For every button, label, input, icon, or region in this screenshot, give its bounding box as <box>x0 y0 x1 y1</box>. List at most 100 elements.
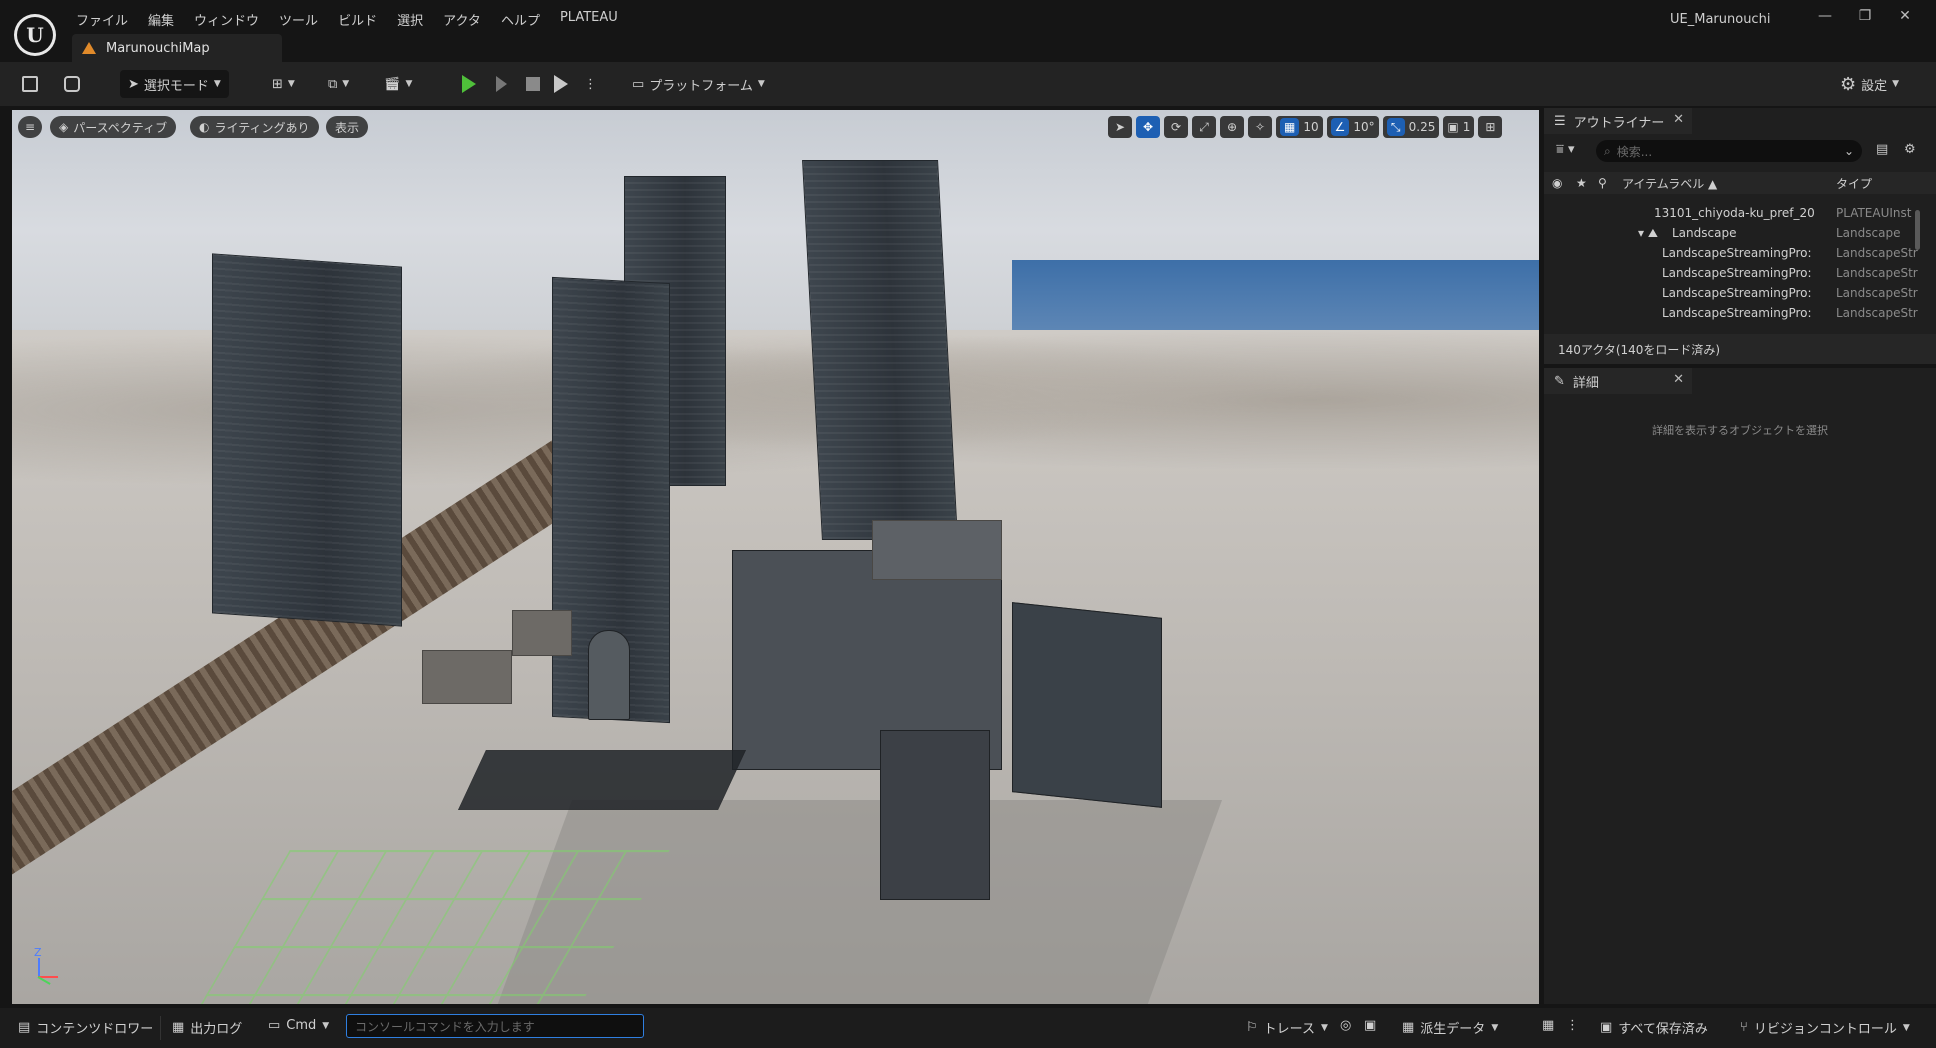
simulate-icon <box>554 75 568 93</box>
menu-select[interactable]: 選択 <box>387 8 433 31</box>
cinematics-button[interactable]: 🎬︎ ▼ <box>384 70 412 98</box>
show-label: 表示 <box>335 120 360 135</box>
add-actor-button[interactable]: ⊞ ▼ <box>272 70 295 98</box>
close-icon[interactable]: ✕ <box>1673 372 1684 387</box>
menu-build[interactable]: ビルド <box>328 8 387 31</box>
platform-dropdown[interactable]: ▭ プラットフォーム ▼ <box>632 70 765 98</box>
show-button[interactable]: 表示 <box>326 116 369 138</box>
more-vert-icon: ⋮ <box>584 76 597 92</box>
outliner-row-type: LandscapeStr <box>1836 246 1918 260</box>
camera-speed-button[interactable]: ▣ 1 <box>1443 116 1475 138</box>
building-left-tower <box>212 253 402 627</box>
star-icon[interactable]: ★ <box>1576 176 1587 190</box>
menu-window[interactable]: ウィンドウ <box>184 8 269 31</box>
menu-plateau[interactable]: PLATEAU <box>550 8 628 31</box>
outliner-icon: ☰ <box>1554 113 1566 129</box>
surface-snap-icon[interactable]: ✧ <box>1248 116 1272 138</box>
details-title: 詳細 <box>1572 375 1599 391</box>
angle-icon: ∠ <box>1330 118 1350 136</box>
blueprint-icon: ⧉ <box>328 76 338 92</box>
column-type[interactable]: タイプ <box>1836 175 1872 192</box>
camera-speed-value: 1 <box>1462 120 1471 134</box>
tab-marunouchimap[interactable]: MarunouchiMap <box>72 34 282 62</box>
axis-gizmo: Z <box>32 946 72 986</box>
browse-content-icon[interactable] <box>64 70 80 98</box>
save-icon: ▣ <box>1600 1020 1613 1035</box>
level-viewport[interactable]: ≡ ◈ パースペクティブ ◐ ライティングあり 表示 ➤ ✥ ⟳ ⤢ ⊕ ✧ ▦… <box>12 110 1539 1004</box>
close-icon[interactable]: ✕ <box>1673 112 1684 127</box>
unsaved-icon[interactable]: ▦ <box>1542 1018 1554 1033</box>
minimize-button[interactable]: — <box>1810 8 1840 24</box>
output-log-label: 出力ログ <box>190 1022 243 1037</box>
menu-actor[interactable]: アクタ <box>433 8 491 31</box>
console-input[interactable]: コンソールコマンドを入力します <box>346 1014 644 1038</box>
add-folder-icon[interactable]: ▤ <box>1876 142 1888 157</box>
settings-dropdown[interactable]: ⚙ 設定 ▼ <box>1840 70 1899 98</box>
step-button[interactable] <box>496 70 507 98</box>
outliner-row[interactable]: 13101_chiyoda-ku_pref_20 PLATEAUInst <box>1544 204 1936 224</box>
revision-control-dropdown[interactable]: ⑂ リビジョンコントロール ▼ <box>1740 1018 1910 1037</box>
outliner-column-header: ◉ ★ ⚲ アイテムラベル ▲ タイプ <box>1544 172 1936 194</box>
save-icon[interactable] <box>22 70 38 98</box>
play-options-button[interactable]: ⋮ <box>584 70 597 98</box>
pin-icon[interactable]: ⚲ <box>1598 176 1607 190</box>
outliner-scrollbar[interactable] <box>1915 210 1920 250</box>
menu-help[interactable]: ヘルプ <box>491 8 550 31</box>
world-space-icon[interactable]: ⊕ <box>1220 116 1244 138</box>
scale-snap-toggle[interactable]: ⤡ 0.25 <box>1382 116 1440 138</box>
record-icon[interactable]: ◎ <box>1340 1018 1351 1033</box>
derived-data-dropdown[interactable]: ▦ 派生データ ▼ <box>1402 1018 1498 1037</box>
details-hint: 詳細を表示するオブジェクトを選択 <box>1652 424 1828 437</box>
perspective-button[interactable]: ◈ パースペクティブ <box>50 116 177 138</box>
scale-snap-value: 0.25 <box>1408 120 1436 134</box>
simulate-button[interactable] <box>554 70 568 98</box>
viewport-layout-icon[interactable]: ⊞ <box>1478 116 1503 138</box>
rotate-tool-icon[interactable]: ⟳ <box>1164 116 1188 138</box>
screenshot-icon[interactable]: ▣ <box>1364 1018 1376 1033</box>
tab-details[interactable]: ✎ 詳細 ✕ <box>1544 368 1692 394</box>
grid-snap-value: 10 <box>1303 120 1319 134</box>
scale-tool-icon[interactable]: ⤢ <box>1192 116 1216 138</box>
rotation-snap-toggle[interactable]: ∠ 10° <box>1326 116 1379 138</box>
close-button[interactable]: ✕ <box>1890 8 1920 24</box>
outliner-row-type: PLATEAUInst <box>1836 206 1912 220</box>
search-icon: ⌕ <box>1604 143 1611 158</box>
save-all-button[interactable]: ▣ すべて保存済み <box>1600 1018 1708 1037</box>
grid-snap-toggle[interactable]: ▦ 10 <box>1276 116 1323 138</box>
play-icon <box>462 75 476 93</box>
translate-tool-icon[interactable]: ✥ <box>1136 116 1160 138</box>
tab-outliner[interactable]: ☰ アウトライナー ✕ <box>1544 108 1692 134</box>
trace-icon: ⚐ <box>1246 1020 1258 1035</box>
select-mode-dropdown[interactable]: ➤ 選択モード ▼ <box>120 70 229 98</box>
outliner-search-input[interactable]: ⌕ 検索... ⌄ <box>1596 140 1862 162</box>
filter-icon[interactable]: ⩸ ▾ <box>1556 142 1575 157</box>
outliner-row[interactable]: LandscapeStreamingPro: LandscapeStr <box>1544 264 1936 284</box>
building-low-2 <box>512 610 572 656</box>
content-drawer-button[interactable]: ▤ コンテンツドロワー <box>18 1018 153 1037</box>
stop-button[interactable] <box>526 70 540 98</box>
blueprint-button[interactable]: ⧉ ▼ <box>328 70 349 98</box>
menu-file[interactable]: ファイル <box>66 8 138 31</box>
outliner-row[interactable]: LandscapeStreamingPro: LandscapeStr <box>1544 304 1936 324</box>
trace-dropdown[interactable]: ⚐ トレース ▼ <box>1246 1018 1328 1037</box>
outliner-row[interactable]: ▾ ⛰ Landscape Landscape <box>1544 224 1936 244</box>
outliner-row-type: LandscapeStr <box>1836 306 1918 320</box>
more-vert-icon[interactable]: ⋮ <box>1566 1018 1579 1033</box>
viewport-menu-button[interactable]: ≡ <box>18 116 42 138</box>
play-button[interactable] <box>462 70 476 98</box>
expand-arrow-icon[interactable]: ▾ ⛰ <box>1638 226 1658 241</box>
restore-button[interactable]: ❐ <box>1850 8 1880 24</box>
menu-edit[interactable]: 編集 <box>138 8 184 31</box>
eye-icon[interactable]: ◉ <box>1552 176 1562 190</box>
outliner-row-label: LandscapeStreamingPro: <box>1662 246 1812 260</box>
select-tool-icon[interactable]: ➤ <box>1108 116 1132 138</box>
view-mode-button[interactable]: ◐ ライティングあり <box>190 116 319 138</box>
gear-icon[interactable]: ⚙ <box>1904 142 1916 157</box>
outliner-row[interactable]: LandscapeStreamingPro: LandscapeStr <box>1544 284 1936 304</box>
cmd-dropdown[interactable]: ▭ Cmd ▼ <box>268 1018 329 1033</box>
column-item-label[interactable]: アイテムラベル ▲ <box>1622 175 1717 192</box>
menu-tools[interactable]: ツール <box>269 8 328 31</box>
unreal-logo-icon[interactable]: U <box>14 14 56 56</box>
outliner-row[interactable]: LandscapeStreamingPro: LandscapeStr <box>1544 244 1936 264</box>
output-log-button[interactable]: ▦ 出力ログ <box>172 1018 242 1037</box>
